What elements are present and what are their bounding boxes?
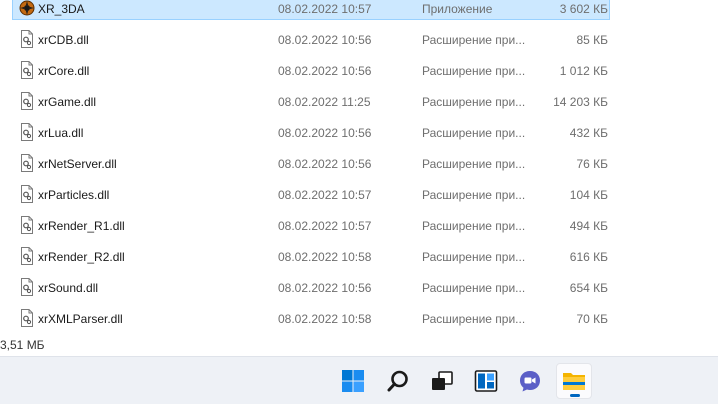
file-list: XR_3DA 08.02.2022 10:57 Приложение 3 602…	[0, 0, 718, 336]
file-row-xrnetserver[interactable]: xrNetServer.dll 08.02.2022 10:56 Расшире…	[0, 150, 718, 181]
file-date: 08.02.2022 10:58	[278, 250, 372, 264]
file-row-xrcore[interactable]: xrCore.dll 08.02.2022 10:56 Расширение п…	[0, 57, 718, 88]
widgets-button[interactable]	[468, 363, 504, 399]
file-type: Расширение при...	[422, 126, 526, 140]
file-explorer-button[interactable]	[556, 363, 592, 399]
file-date: 08.02.2022 10:57	[278, 188, 372, 202]
file-type: Расширение при...	[422, 95, 526, 109]
teams-chat-button[interactable]	[512, 363, 548, 399]
dll-file-icon	[19, 123, 35, 141]
status-bar-selection-size: 3,51 МБ	[0, 338, 45, 352]
dll-file-icon	[19, 61, 35, 79]
dll-file-icon	[19, 309, 35, 327]
file-name: xrCDB.dll	[38, 33, 89, 47]
file-date: 08.02.2022 10:58	[278, 312, 372, 326]
active-app-indicator	[570, 394, 580, 397]
file-name: xrRender_R1.dll	[38, 219, 125, 233]
file-type: Расширение при...	[422, 219, 526, 233]
file-size: 494 КБ	[569, 219, 608, 233]
file-size: 432 КБ	[569, 126, 608, 140]
file-date: 08.02.2022 10:57	[278, 219, 372, 233]
file-size: 70 КБ	[576, 312, 608, 326]
file-type: Расширение при...	[422, 281, 526, 295]
file-row-xrgame[interactable]: xrGame.dll 08.02.2022 11:25 Расширение п…	[0, 88, 718, 119]
file-size: 85 КБ	[576, 33, 608, 47]
dll-file-icon	[19, 92, 35, 110]
file-name: xrGame.dll	[38, 95, 97, 109]
file-date: 08.02.2022 11:25	[278, 95, 371, 109]
dll-file-icon	[19, 30, 35, 48]
file-name: xrXMLParser.dll	[38, 312, 123, 326]
file-size: 14 203 КБ	[553, 95, 608, 109]
file-type: Расширение при...	[422, 250, 526, 264]
task-view-button[interactable]	[424, 363, 460, 399]
file-type: Расширение при...	[422, 64, 526, 78]
file-name: XR_3DA	[38, 2, 85, 16]
file-date: 08.02.2022 10:57	[278, 2, 372, 16]
file-type: Расширение при...	[422, 157, 526, 171]
file-row-xrrender-r2[interactable]: xrRender_R2.dll 08.02.2022 10:58 Расшире…	[0, 243, 718, 274]
file-type: Приложение	[422, 2, 493, 16]
file-name: xrNetServer.dll	[38, 157, 117, 171]
dll-file-icon	[19, 278, 35, 296]
file-name: xrParticles.dll	[38, 188, 110, 202]
file-date: 08.02.2022 10:56	[278, 126, 372, 140]
file-date: 08.02.2022 10:56	[278, 64, 372, 78]
file-size: 654 КБ	[569, 281, 608, 295]
file-date: 08.02.2022 10:56	[278, 157, 372, 171]
file-date: 08.02.2022 10:56	[278, 33, 372, 47]
file-size: 3 602 КБ	[559, 2, 608, 16]
dll-file-icon	[19, 185, 35, 203]
file-date: 08.02.2022 10:56	[278, 281, 372, 295]
file-type: Расширение при...	[422, 312, 526, 326]
file-name: xrCore.dll	[38, 64, 90, 78]
file-name: xrSound.dll	[38, 281, 99, 295]
file-size: 76 КБ	[576, 157, 608, 171]
file-name: xrRender_R2.dll	[38, 250, 125, 264]
dll-file-icon	[19, 216, 35, 234]
file-name: xrLua.dll	[38, 126, 84, 140]
file-row-xrrender-r1[interactable]: xrRender_R1.dll 08.02.2022 10:57 Расшире…	[0, 212, 718, 243]
windows-start-button[interactable]	[335, 363, 371, 399]
file-row-xrcdb[interactable]: xrCDB.dll 08.02.2022 10:56 Расширение пр…	[0, 26, 718, 57]
file-size: 1 012 КБ	[559, 64, 608, 78]
dll-file-icon	[19, 154, 35, 172]
taskbar	[0, 356, 718, 404]
file-size: 104 КБ	[569, 188, 608, 202]
search-button[interactable]	[380, 363, 416, 399]
dll-file-icon	[19, 247, 35, 265]
app-icon	[19, 0, 35, 17]
file-type: Расширение при...	[422, 188, 526, 202]
file-size: 616 КБ	[569, 250, 608, 264]
file-row-xrparticles[interactable]: xrParticles.dll 08.02.2022 10:57 Расшире…	[0, 181, 718, 212]
file-row-xrxmlparser[interactable]: xrXMLParser.dll 08.02.2022 10:58 Расшире…	[0, 305, 718, 336]
file-row-xrsound[interactable]: xrSound.dll 08.02.2022 10:56 Расширение …	[0, 274, 718, 305]
file-explorer-window: XR_3DA 08.02.2022 10:57 Приложение 3 602…	[0, 0, 718, 356]
file-row-xrlua[interactable]: xrLua.dll 08.02.2022 10:56 Расширение пр…	[0, 119, 718, 150]
file-type: Расширение при...	[422, 33, 526, 47]
file-row-xr3da[interactable]: XR_3DA 08.02.2022 10:57 Приложение 3 602…	[0, 0, 718, 26]
